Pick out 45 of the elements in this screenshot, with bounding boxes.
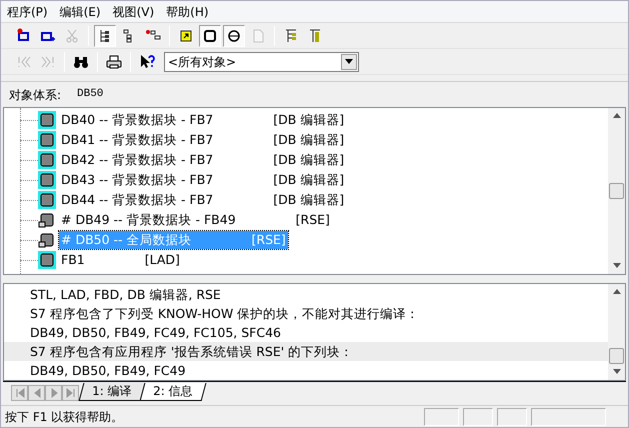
tree-icon [307,28,323,44]
scrollbar-thumb[interactable] [609,348,624,364]
right-arrow-icon [48,387,58,399]
dropdown-arrow-icon [345,59,353,64]
jump-icon [178,28,194,44]
message-line[interactable]: DB49, DB50, FB49, FC49 [4,361,608,380]
toolbar-button[interactable] [199,24,221,46]
scissors-icon [64,28,80,44]
printer-icon [106,54,122,70]
scrollbar-thumb[interactable] [609,183,624,199]
path-value: DB50 [77,87,104,102]
locked-block-icon [38,211,56,229]
menu-item[interactable]: 编辑(E) [54,2,107,20]
path-label: 对象体系: [9,86,62,104]
tree-item[interactable]: DB41 -- 背景数据块 - FB7 [DB 编辑器] [59,130,346,150]
tab[interactable]: 1: 编译 [78,383,145,401]
status-panel [463,408,493,426]
tree-item[interactable]: DB43 -- 背景数据块 - FB7 [DB 编辑器] [59,170,346,190]
message-line[interactable]: STL, LAD, FBD, DB 编辑器, RSE [4,285,608,304]
status-panel [497,408,527,426]
right-arrow-icon [66,387,76,399]
status-panel [424,408,459,426]
menu-item[interactable]: 程序(P) [1,2,54,20]
menu-item[interactable]: 帮助(H) [160,2,215,20]
toolbar-button[interactable] [223,24,245,46]
block-remove-icon [16,28,32,44]
left-arrow-icon [14,387,24,399]
toolbar-button[interactable] [94,24,116,46]
tree-icon [283,28,299,44]
circle-icon [226,28,242,44]
tab[interactable]: 2: 信息 [139,383,206,401]
message-line[interactable]: DB49, DB50, FB49, FC49, FC105, SFC46 [4,323,608,342]
tree-item[interactable]: FB1 [LAD] [59,250,182,270]
menu-item[interactable]: 视图(V) [106,2,160,20]
square-icon [202,28,218,44]
tree-item[interactable]: DB44 -- 背景数据块 - FB7 [DB 编辑器] [59,190,346,210]
tree-item[interactable]: DB42 -- 背景数据块 - FB7 [DB 编辑器] [59,150,346,170]
locked-block-icon [38,231,56,249]
tree-item[interactable]: DB40 -- 背景数据块 - FB7 [DB 编辑器] [59,110,346,130]
left-arrow-icon [32,387,42,399]
message-line[interactable]: S7 程序包含了下列受 KNOW-HOW 保护的块，不能对其进行编译： [4,304,608,323]
status-text: 按下 F1 以获得帮助。 [5,408,124,426]
help-icon [139,54,155,70]
filter-dropdown[interactable]: <所有对象> [164,52,359,72]
tree-item[interactable]: # DB49 -- 背景数据块 - FB49 [RSE] [59,210,332,230]
